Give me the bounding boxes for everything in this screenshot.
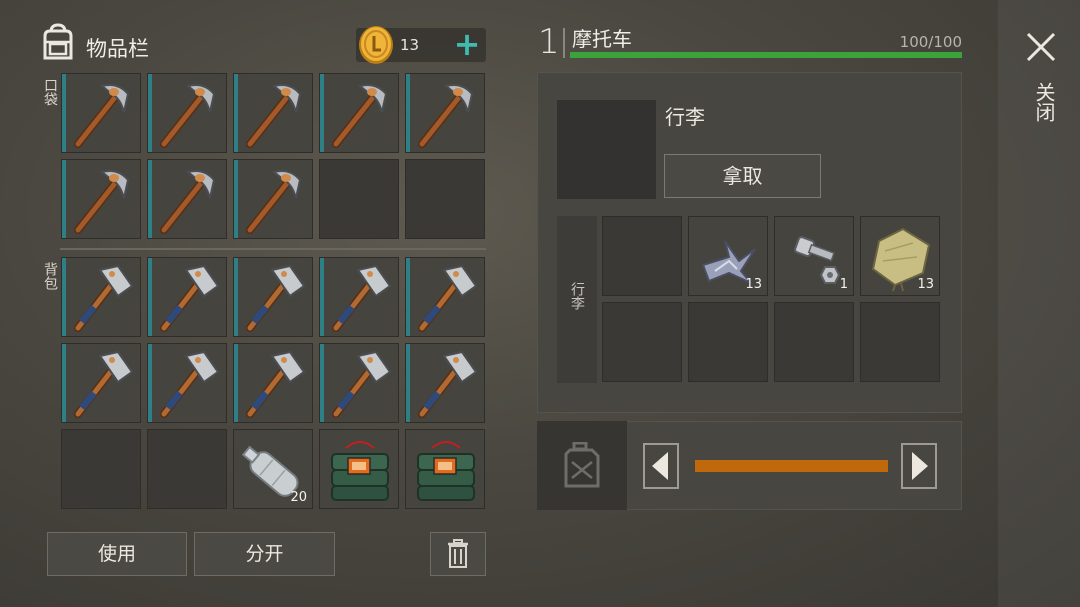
- luggage-side-label: 行李: [569, 282, 585, 310]
- luggage-slot[interactable]: [774, 302, 854, 382]
- backpack-slot[interactable]: [233, 257, 313, 337]
- trash-button[interactable]: [430, 532, 486, 576]
- backpack-label: 背包: [42, 262, 58, 290]
- luggage-slot[interactable]: [602, 302, 682, 382]
- coin-count: 13: [400, 36, 420, 54]
- luggage-preview: [557, 100, 656, 199]
- durability-bar: [148, 258, 152, 336]
- vehicle-name: 摩托车: [572, 27, 632, 51]
- luggage-slot[interactable]: [688, 302, 768, 382]
- add-coins-button[interactable]: +: [450, 28, 484, 62]
- durability-bar: [320, 74, 324, 152]
- luggage-slot[interactable]: 1: [774, 216, 854, 296]
- luggage-slot[interactable]: 13: [860, 216, 940, 296]
- backpack-slot[interactable]: [147, 343, 227, 423]
- durability-bar: [234, 74, 238, 152]
- use-button[interactable]: 使用: [47, 532, 187, 576]
- luggage-title: 行李: [665, 105, 705, 129]
- durability-bar: [234, 344, 238, 422]
- backpack-icon: [38, 22, 78, 62]
- backpack-slot[interactable]: [233, 343, 313, 423]
- coin-icon: [358, 24, 394, 64]
- durability-bar: [406, 74, 410, 152]
- pocket-slot[interactable]: [233, 159, 313, 239]
- durability-bar: [62, 344, 66, 422]
- fuel-icon-box: [537, 421, 627, 510]
- inventory-title: 物品栏: [86, 37, 149, 61]
- luggage-slot[interactable]: [860, 302, 940, 382]
- fuel-decrease-button[interactable]: [640, 442, 680, 490]
- coin-balance: 13 +: [356, 26, 486, 64]
- split-button[interactable]: 分开: [194, 532, 335, 576]
- backpack-slot[interactable]: [405, 343, 485, 423]
- hp-bar-fill: [570, 52, 962, 58]
- backpack-slot[interactable]: [319, 257, 399, 337]
- durability-bar: [148, 160, 152, 238]
- pocket-label: 口袋: [42, 78, 58, 106]
- pocket-slot[interactable]: [61, 159, 141, 239]
- item-count: 20: [290, 490, 307, 505]
- backpack-slot[interactable]: [61, 343, 141, 423]
- pocket-slot[interactable]: [61, 73, 141, 153]
- pocket-slot[interactable]: [405, 159, 485, 239]
- pocket-slot[interactable]: [233, 73, 313, 153]
- vehicle-separator: [563, 28, 565, 58]
- fuel-increase-button[interactable]: [900, 442, 940, 490]
- backpack-slot[interactable]: [61, 257, 141, 337]
- close-icon[interactable]: [1022, 28, 1060, 66]
- vehicle-number: 1: [538, 22, 560, 62]
- item-count: 1: [839, 277, 848, 292]
- pocket-slot[interactable]: [405, 73, 485, 153]
- pocket-slot[interactable]: [319, 73, 399, 153]
- durability-bar: [234, 160, 238, 238]
- durability-bar: [234, 258, 238, 336]
- backpack-slot[interactable]: [319, 429, 399, 509]
- close-label[interactable]: 关闭: [1030, 82, 1059, 122]
- item-count: 13: [745, 277, 762, 292]
- backpack-slot[interactable]: 20: [233, 429, 313, 509]
- durability-bar: [148, 74, 152, 152]
- pocket-slot[interactable]: [147, 159, 227, 239]
- backpack-slot[interactable]: [61, 429, 141, 509]
- luggage-slot[interactable]: 13: [688, 216, 768, 296]
- fuel-level-bar: [695, 460, 888, 472]
- backpack-slot[interactable]: [405, 429, 485, 509]
- durability-bar: [148, 344, 152, 422]
- backpack-slot[interactable]: [319, 343, 399, 423]
- vehicle-hp-text: 100/100: [899, 33, 962, 51]
- durability-bar: [62, 258, 66, 336]
- backpack-slot[interactable]: [147, 257, 227, 337]
- take-button[interactable]: 拿取: [664, 154, 821, 198]
- durability-bar: [406, 344, 410, 422]
- durability-bar: [62, 74, 66, 152]
- durability-bar: [406, 258, 410, 336]
- luggage-slot[interactable]: [602, 216, 682, 296]
- arrow-right-icon: [901, 443, 937, 489]
- fuel-can-icon: [564, 442, 600, 488]
- pocket-slot[interactable]: [147, 73, 227, 153]
- backpack-slot[interactable]: [147, 429, 227, 509]
- section-divider: [60, 248, 486, 250]
- item-count: 13: [917, 277, 934, 292]
- durability-bar: [320, 258, 324, 336]
- pocket-slot[interactable]: [319, 159, 399, 239]
- trash-icon: [448, 539, 468, 568]
- durability-bar: [320, 344, 324, 422]
- backpack-slot[interactable]: [405, 257, 485, 337]
- durability-bar: [62, 160, 66, 238]
- arrow-left-icon: [643, 443, 679, 489]
